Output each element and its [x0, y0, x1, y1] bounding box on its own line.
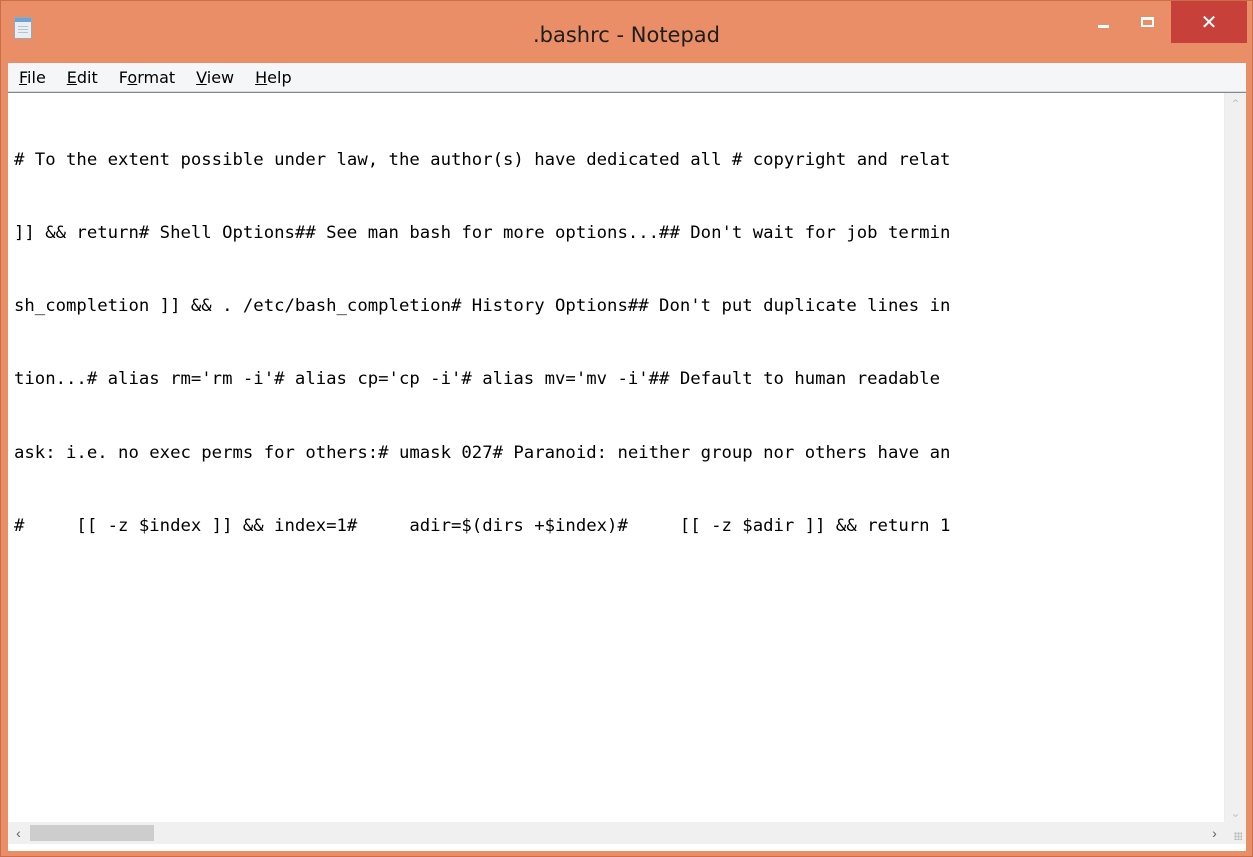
minimize-button[interactable]: [1084, 1, 1123, 43]
text-line: tion...# alias rm='rm -i'# alias cp='cp …: [14, 369, 940, 390]
maximize-icon: [1141, 17, 1154, 27]
menu-format[interactable]: Format: [108, 68, 185, 87]
menu-help[interactable]: Help: [244, 68, 301, 87]
menu-file[interactable]: File: [8, 68, 56, 87]
text-line: ask: i.e. no exec perms for others:# uma…: [14, 442, 951, 463]
notepad-window: .bashrc - Notepad ✕ File Edit Format Vie…: [0, 0, 1253, 857]
scroll-up-icon[interactable]: ⌃: [1225, 93, 1246, 114]
editor-text[interactable]: # To the extent possible under law, the …: [14, 99, 1219, 817]
scroll-right-icon[interactable]: ›: [1204, 822, 1225, 844]
minimize-icon: [1098, 24, 1109, 28]
title-bar[interactable]: .bashrc - Notepad ✕: [1, 1, 1252, 63]
close-button[interactable]: ✕: [1171, 1, 1247, 43]
text-line: sh_completion ]] && . /etc/bash_completi…: [14, 296, 951, 317]
scroll-down-icon[interactable]: ⌄: [1225, 802, 1246, 823]
maximize-button[interactable]: [1127, 1, 1168, 43]
window-title: .bashrc - Notepad: [532, 23, 720, 47]
text-line: # To the extent possible under law, the …: [14, 149, 951, 170]
horizontal-scrollbar[interactable]: ‹ ›: [8, 822, 1225, 844]
vertical-scrollbar[interactable]: ⌃ ⌄: [1224, 93, 1246, 823]
text-line: # [[ -z $index ]] && index=1# adir=$(dir…: [14, 515, 951, 536]
client-area: File Edit Format View Help # To the exte…: [8, 63, 1246, 851]
text-line: ]] && return# Shell Options## See man ba…: [14, 223, 951, 244]
scroll-left-icon[interactable]: ‹: [8, 822, 29, 844]
menu-edit[interactable]: Edit: [56, 68, 108, 87]
close-icon: ✕: [1200, 11, 1218, 34]
resize-grip-icon[interactable]: [1225, 822, 1246, 844]
menu-view[interactable]: View: [185, 68, 244, 87]
horizontal-scroll-thumb[interactable]: [30, 825, 154, 841]
menu-bar: File Edit Format View Help: [8, 63, 1246, 92]
text-editor[interactable]: # To the extent possible under law, the …: [8, 92, 1246, 823]
